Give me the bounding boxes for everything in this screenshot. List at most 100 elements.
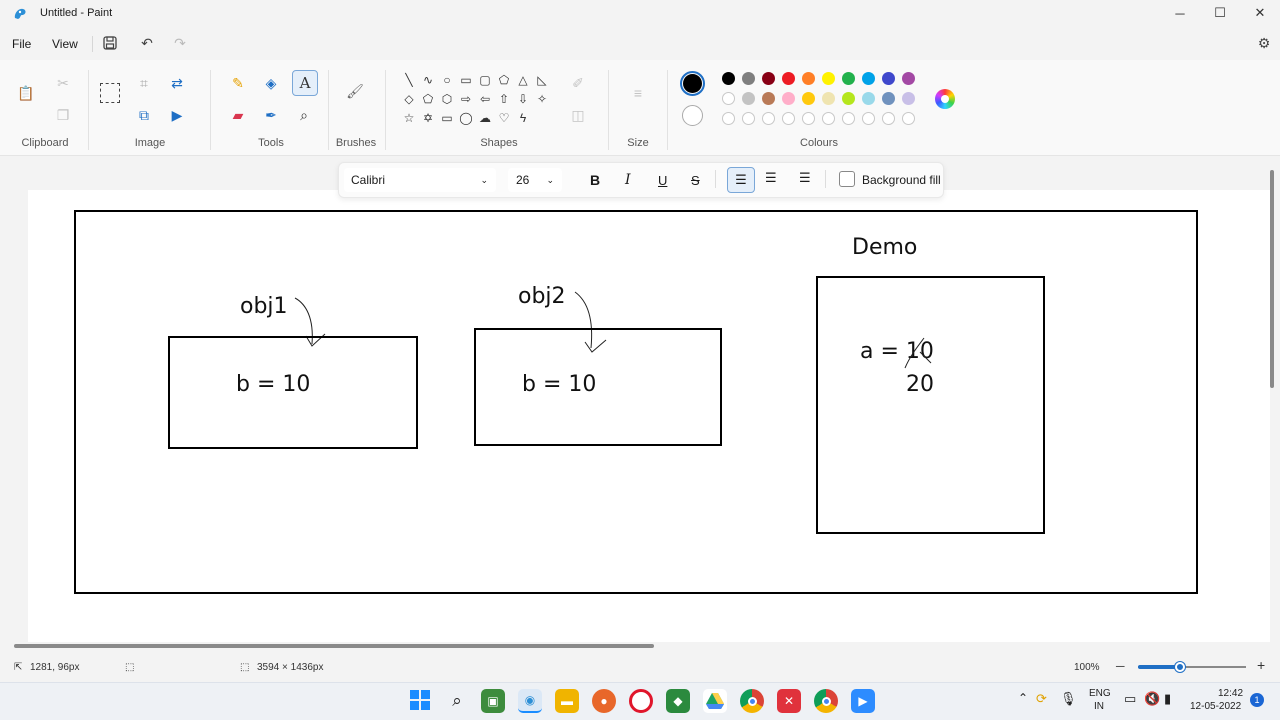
- cloud-callout-shape-icon[interactable]: ☁: [476, 109, 494, 127]
- edit-colours-button[interactable]: [935, 89, 955, 109]
- diamond-shape-icon[interactable]: ◇: [400, 90, 418, 108]
- microphone-icon[interactable]: 🎙: [1060, 691, 1077, 707]
- image-select-button[interactable]: ⧉: [133, 104, 155, 126]
- custom-colour-slot[interactable]: [782, 112, 795, 125]
- colour-swatch[interactable]: [902, 72, 915, 85]
- primary-color-button[interactable]: [680, 71, 705, 96]
- custom-colour-slot[interactable]: [802, 112, 815, 125]
- custom-colour-slot[interactable]: [822, 112, 835, 125]
- polygon-shape-icon[interactable]: ⬠: [495, 71, 513, 89]
- line-shape-icon[interactable]: ╲: [400, 71, 418, 89]
- custom-colour-slot[interactable]: [742, 112, 755, 125]
- taskbar-app-explorer[interactable]: ▬: [555, 689, 579, 713]
- colour-swatch[interactable]: [722, 92, 735, 105]
- rect-callout-shape-icon[interactable]: ▭: [438, 109, 456, 127]
- display-icon[interactable]: ▭: [1124, 691, 1136, 707]
- crop-button[interactable]: ⌗: [133, 72, 155, 94]
- curve-shape-icon[interactable]: ∿: [419, 71, 437, 89]
- volume-muted-icon[interactable]: 🔇: [1144, 691, 1160, 707]
- custom-colour-slot[interactable]: [762, 112, 775, 125]
- four-point-star-shape-icon[interactable]: ✧: [533, 90, 551, 108]
- vertical-scrollbar[interactable]: [1270, 170, 1274, 388]
- custom-colour-slot[interactable]: [842, 112, 855, 125]
- paste-button[interactable]: 📋: [15, 82, 37, 104]
- eraser-button[interactable]: ▰: [227, 104, 249, 126]
- cut-button[interactable]: ✂: [52, 72, 74, 94]
- size-button[interactable]: ≡: [627, 82, 649, 104]
- close-button[interactable]: ✕: [1240, 0, 1280, 26]
- colour-swatch[interactable]: [722, 72, 735, 85]
- down-arrow-shape-icon[interactable]: ⇩: [514, 90, 532, 108]
- italic-button[interactable]: I: [625, 170, 631, 190]
- align-right-button[interactable]: ☰: [799, 170, 811, 186]
- rectangle-shape-icon[interactable]: ▭: [457, 71, 475, 89]
- triangle-shape-icon[interactable]: △: [514, 71, 532, 89]
- language-indicator[interactable]: ENG: [1089, 688, 1111, 699]
- align-left-button[interactable]: ☰: [727, 167, 755, 193]
- outline-button[interactable]: ✐: [567, 72, 589, 94]
- select-tool[interactable]: [100, 83, 120, 103]
- colour-swatch[interactable]: [842, 92, 855, 105]
- magnifier-button[interactable]: ⌕: [293, 104, 315, 126]
- hexagon-shape-icon[interactable]: ⬡: [438, 90, 456, 108]
- underline-button[interactable]: U: [658, 170, 667, 190]
- text-tool-button[interactable]: A: [292, 70, 318, 96]
- rounded-rect-shape-icon[interactable]: ▢: [476, 71, 494, 89]
- shape-fill-button[interactable]: ◫: [567, 104, 589, 126]
- colour-swatch[interactable]: [742, 72, 755, 85]
- colour-swatch[interactable]: [762, 72, 775, 85]
- custom-colour-slot[interactable]: [902, 112, 915, 125]
- brushes-button[interactable]: 🖌: [344, 80, 366, 102]
- taskbar-app-zoom[interactable]: ▶: [851, 689, 875, 713]
- taskbar-app-evernote[interactable]: ◆: [666, 689, 690, 713]
- minimize-button[interactable]: ─: [1160, 0, 1200, 26]
- horizontal-scrollbar[interactable]: [14, 644, 654, 648]
- up-arrow-shape-icon[interactable]: ⇧: [495, 90, 513, 108]
- font-family-select[interactable]: Calibri ⌄: [344, 168, 496, 192]
- bold-button[interactable]: B: [590, 170, 600, 190]
- colour-swatch[interactable]: [882, 92, 895, 105]
- taskbar-app-opera[interactable]: [629, 689, 653, 713]
- colour-swatch[interactable]: [822, 72, 835, 85]
- colour-swatch[interactable]: [782, 72, 795, 85]
- colour-swatch[interactable]: [862, 92, 875, 105]
- settings-button[interactable]: ⚙: [1254, 34, 1274, 52]
- copy-button[interactable]: ❐: [52, 104, 74, 126]
- rotate-button[interactable]: ▶: [166, 104, 188, 126]
- undo-button[interactable]: ↶: [137, 34, 157, 52]
- secondary-color-button[interactable]: [682, 105, 703, 126]
- save-button[interactable]: [100, 34, 120, 52]
- clock-time[interactable]: 12:42: [1218, 688, 1243, 699]
- heart-shape-icon[interactable]: ♡: [495, 109, 513, 127]
- redo-button[interactable]: ↷: [170, 34, 190, 52]
- colour-swatch[interactable]: [902, 92, 915, 105]
- pentagon-shape-icon[interactable]: ⬠: [419, 90, 437, 108]
- taskbar-app-paint[interactable]: ◉: [518, 689, 542, 713]
- tray-overflow-icon[interactable]: ⌃: [1018, 691, 1028, 705]
- colour-swatch[interactable]: [862, 72, 875, 85]
- right-arrow-shape-icon[interactable]: ⇨: [457, 90, 475, 108]
- search-taskbar-button[interactable]: ⌕: [445, 689, 469, 713]
- custom-colour-slot[interactable]: [862, 112, 875, 125]
- font-size-select[interactable]: 26 ⌄: [508, 168, 562, 192]
- taskbar-app-chrome-profile[interactable]: [814, 689, 838, 713]
- right-triangle-shape-icon[interactable]: ◺: [533, 71, 551, 89]
- maximize-button[interactable]: ☐: [1200, 0, 1240, 26]
- start-button[interactable]: [410, 690, 430, 710]
- taskbar-app-xmind[interactable]: ✕: [777, 689, 801, 713]
- background-fill-checkbox[interactable]: [839, 171, 855, 187]
- five-point-star-shape-icon[interactable]: ☆: [400, 109, 418, 127]
- taskbar-app-firefox[interactable]: ●: [592, 689, 616, 713]
- colour-swatch[interactable]: [882, 72, 895, 85]
- taskbar-app-drive[interactable]: [703, 689, 727, 713]
- resize-button[interactable]: ⇄: [166, 72, 188, 94]
- lightning-shape-icon[interactable]: ϟ: [514, 109, 532, 127]
- fill-button[interactable]: ◈: [260, 72, 282, 94]
- six-point-star-shape-icon[interactable]: ✡: [419, 109, 437, 127]
- pencil-button[interactable]: ✎: [227, 72, 249, 94]
- colour-swatch[interactable]: [822, 92, 835, 105]
- colour-swatch[interactable]: [802, 92, 815, 105]
- zoom-slider-thumb[interactable]: [1175, 662, 1185, 672]
- colour-swatch[interactable]: [802, 72, 815, 85]
- colour-swatch[interactable]: [782, 92, 795, 105]
